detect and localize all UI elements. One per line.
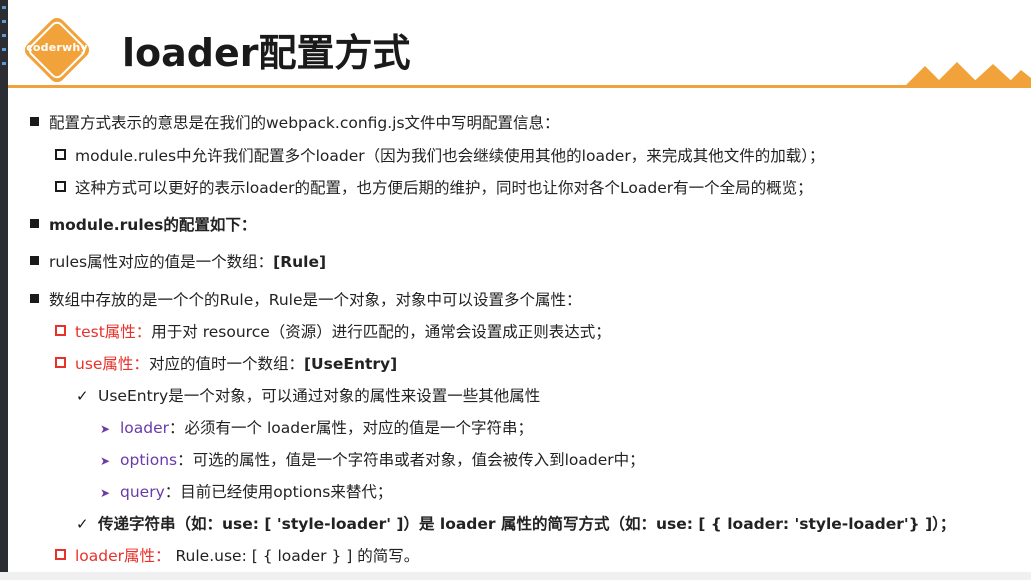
bullet-line: 数组中存放的是一个个的Rule，Rule是一个对象，对象中可以设置多个属性： bbox=[30, 290, 581, 310]
open-square-bullet-icon bbox=[55, 549, 66, 560]
check-line: ✓ UseEntry是一个对象，可以通过对象的属性来设置一些其他属性 bbox=[76, 387, 541, 405]
arrow-right-icon: ➤ bbox=[100, 422, 111, 436]
filled-square-bullet-icon bbox=[30, 256, 39, 265]
check-line: ✓ 传递字符串（如：use: [ 'style-loader' ]）是 loade… bbox=[76, 515, 956, 533]
arrow-right-icon: ➤ bbox=[100, 486, 111, 500]
arrow-right-icon: ➤ bbox=[100, 454, 111, 468]
sub-bullet-line: 这种方式可以更好的表示loader的配置，也方便后期的维护，同时也让你对各个Lo… bbox=[55, 178, 813, 198]
arrow-line: ➤ loader：必须有一个 loader属性，对应的值是一个字符串； bbox=[100, 419, 534, 437]
slide-body: 配置方式表示的意思是在我们的webpack.config.js文件中写明配置信息… bbox=[0, 0, 1031, 580]
bullet-line: module.rules的配置如下： bbox=[30, 215, 256, 235]
sub-bullet-line: test属性：用于对 resource（资源）进行匹配的，通常会设置成正则表达式… bbox=[55, 322, 611, 342]
bullet-line: rules属性对应的值是一个数组：[Rule] bbox=[30, 252, 326, 272]
open-square-bullet-icon bbox=[55, 181, 66, 192]
bullet-line: 配置方式表示的意思是在我们的webpack.config.js文件中写明配置信息… bbox=[30, 113, 560, 133]
arrow-line: ➤ options：可选的属性，值是一个字符串或者对象，值会被传入到loader中… bbox=[100, 451, 645, 469]
filled-square-bullet-icon bbox=[30, 219, 39, 228]
check-icon: ✓ bbox=[76, 387, 89, 405]
open-square-bullet-icon bbox=[55, 325, 66, 336]
open-square-bullet-icon bbox=[55, 149, 66, 160]
arrow-line: ➤ query：目前已经使用options来替代； bbox=[100, 483, 393, 501]
sub-bullet-line: loader属性： Rule.use: [ { loader } ] 的简写。 bbox=[55, 546, 419, 566]
sub-bullet-line: module.rules中允许我们配置多个loader（因为我们也会继续使用其他… bbox=[55, 146, 824, 166]
bottom-edge bbox=[0, 572, 1031, 580]
filled-square-bullet-icon bbox=[30, 294, 39, 303]
sub-bullet-line: use属性：对应的值时一个数组：[UseEntry] bbox=[55, 354, 397, 374]
open-square-bullet-icon bbox=[55, 357, 66, 368]
filled-square-bullet-icon bbox=[30, 117, 39, 126]
check-icon: ✓ bbox=[76, 515, 89, 533]
